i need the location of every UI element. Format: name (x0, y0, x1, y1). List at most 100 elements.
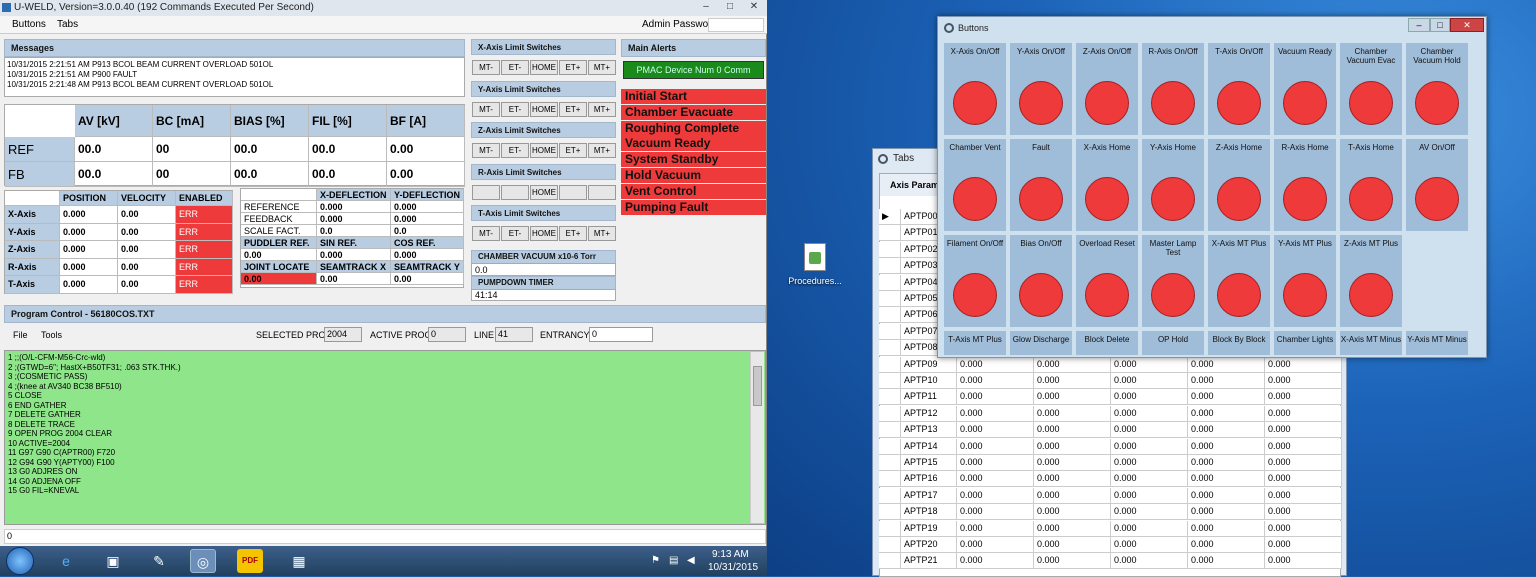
row-value[interactable]: 0.000 (1265, 405, 1342, 422)
control-tile[interactable]: Chamber Lights (1274, 331, 1336, 355)
limit-switch-button[interactable] (559, 184, 587, 200)
row-value[interactable]: 0.000 (957, 487, 1034, 504)
row-value[interactable]: 0.000 (1111, 504, 1188, 521)
row-value[interactable]: 0.000 (1111, 537, 1188, 553)
row-value[interactable]: 0.000 (1111, 520, 1188, 537)
limit-switch-button[interactable]: HOME (530, 60, 558, 75)
control-tile[interactable]: Z-Axis Home (1208, 139, 1270, 231)
row-value[interactable]: 0.000 (957, 356, 1034, 373)
row-selector[interactable] (879, 307, 901, 324)
limit-switch-button[interactable] (588, 184, 616, 200)
control-tile[interactable]: OP Hold (1142, 331, 1204, 355)
row-value[interactable]: 0.000 (1265, 471, 1342, 488)
row-value[interactable]: 0.000 (1034, 471, 1111, 488)
grid-row[interactable]: APTP14 0.000 0.000 0.000 0.000 0.000 (879, 438, 1342, 455)
clock-date[interactable]: 10/31/2015 (708, 562, 758, 573)
program-menu-file[interactable]: File (13, 330, 28, 340)
status-indicator-led[interactable] (1151, 81, 1195, 125)
row-value[interactable]: 0.000 (957, 553, 1034, 570)
control-tile[interactable]: Y-Axis MT Plus (1274, 235, 1336, 327)
control-tile[interactable]: Chamber Vacuum Evac (1340, 43, 1402, 135)
control-tile[interactable]: X-Axis Home (1076, 139, 1138, 231)
status-indicator-led[interactable] (1019, 273, 1063, 317)
control-tile[interactable]: Chamber Vacuum Hold (1406, 43, 1468, 135)
close-button[interactable]: ✕ (1450, 18, 1484, 32)
control-tile[interactable]: R-Axis Home (1274, 139, 1336, 231)
row-value[interactable]: 0.000 (957, 405, 1034, 422)
status-indicator-led[interactable] (1283, 273, 1327, 317)
row-value[interactable]: 0.000 (1188, 520, 1265, 537)
row-value[interactable]: 0.000 (1111, 373, 1188, 389)
line-input[interactable]: 41 (495, 327, 533, 342)
row-value[interactable]: 0.000 (1111, 553, 1188, 570)
status-indicator-led[interactable] (1217, 273, 1261, 317)
status-indicator-led[interactable] (953, 177, 997, 221)
grid-row[interactable]: APTP17 0.000 0.000 0.000 0.000 0.000 (879, 487, 1342, 504)
row-value[interactable]: 0.000 (1188, 373, 1265, 389)
row-value[interactable]: 0.000 (1034, 405, 1111, 422)
row-value[interactable]: 0.000 (1111, 389, 1188, 406)
status-indicator-led[interactable] (1283, 81, 1327, 125)
limit-switch-button[interactable]: HOME (530, 101, 558, 117)
status-indicator-led[interactable] (1085, 177, 1129, 221)
flag-icon[interactable]: ⚑ (651, 555, 660, 566)
row-value[interactable]: 0.000 (1034, 389, 1111, 406)
limit-switch-button[interactable]: MT+ (588, 226, 616, 241)
limit-switch-button[interactable]: ET+ (559, 143, 587, 158)
limit-switch-button[interactable]: MT+ (588, 143, 616, 158)
status-indicator-led[interactable] (1217, 177, 1261, 221)
control-tile[interactable]: T-Axis Home (1340, 139, 1402, 231)
control-tile[interactable]: Z-Axis MT Plus (1340, 235, 1402, 327)
messages-list[interactable]: 10/31/2015 2:21:51 AM P913 BCOL BEAM CUR… (4, 57, 465, 97)
row-selector[interactable] (879, 241, 901, 258)
limit-switch-button[interactable]: MT+ (588, 101, 616, 117)
uweld-task-icon[interactable]: ◎ (190, 549, 216, 573)
control-tile[interactable]: X-Axis MT Minus (1340, 331, 1402, 355)
limit-switch-button[interactable]: ET+ (559, 60, 587, 75)
row-value[interactable]: 0.000 (1034, 422, 1111, 439)
grid-row[interactable]: APTP15 0.000 0.000 0.000 0.000 0.000 (879, 455, 1342, 471)
row-value[interactable]: 0.000 (957, 438, 1034, 455)
row-value[interactable]: 0.000 (1265, 438, 1342, 455)
limit-switch-button[interactable] (501, 184, 529, 200)
status-indicator-led[interactable] (1019, 81, 1063, 125)
row-value[interactable]: 0.000 (1034, 537, 1111, 553)
control-tile[interactable]: Master Lamp Test (1142, 235, 1204, 327)
start-button[interactable] (6, 547, 34, 575)
row-value[interactable]: 0.000 (1188, 356, 1265, 373)
status-indicator-led[interactable] (1415, 177, 1459, 221)
status-indicator-led[interactable] (1151, 273, 1195, 317)
row-value[interactable]: 0.000 (957, 373, 1034, 389)
control-tile[interactable]: Bias On/Off (1010, 235, 1072, 327)
row-selector[interactable] (879, 225, 901, 242)
status-indicator-led[interactable] (1283, 177, 1327, 221)
control-tile[interactable]: AV On/Off (1406, 139, 1468, 231)
row-selector[interactable] (879, 471, 901, 488)
status-indicator-led[interactable] (1085, 81, 1129, 125)
control-tile[interactable]: Z-Axis On/Off (1076, 43, 1138, 135)
limit-switch-button[interactable]: ET- (501, 226, 529, 241)
control-tile[interactable]: Glow Discharge (1010, 331, 1072, 355)
row-selector[interactable] (879, 520, 901, 537)
status-indicator-led[interactable] (1349, 81, 1393, 125)
row-value[interactable]: 0.000 (1188, 487, 1265, 504)
program-code-editor[interactable]: 1 ;;(O/L-CFM-M56-Crc-wld) 2 ;(GTWD=6"; Ha… (4, 350, 766, 525)
active-prog-input[interactable]: 0 (428, 327, 466, 342)
grid-row[interactable]: APTP13 0.000 0.000 0.000 0.000 0.000 (879, 422, 1342, 439)
code-scrollbar[interactable] (750, 352, 764, 523)
row-selector[interactable] (879, 487, 901, 504)
row-value[interactable]: 0.000 (957, 455, 1034, 471)
row-value[interactable]: 0.000 (1265, 553, 1342, 570)
control-tile[interactable]: Y-Axis MT Minus (1406, 331, 1468, 355)
row-value[interactable]: 0.000 (1265, 373, 1342, 389)
computer-icon[interactable]: ▣ (100, 549, 126, 573)
row-value[interactable]: 0.000 (957, 389, 1034, 406)
control-tile[interactable]: T-Axis MT Plus (944, 331, 1006, 355)
limit-switch-button[interactable]: MT- (472, 60, 500, 75)
control-tile[interactable]: Filament On/Off (944, 235, 1006, 327)
status-indicator-led[interactable] (1085, 273, 1129, 317)
row-value[interactable]: 0.000 (1265, 356, 1342, 373)
control-tile[interactable]: Y-Axis Home (1142, 139, 1204, 231)
grid-row[interactable]: APTP16 0.000 0.000 0.000 0.000 0.000 (879, 471, 1342, 488)
row-value[interactable]: 0.000 (1265, 520, 1342, 537)
